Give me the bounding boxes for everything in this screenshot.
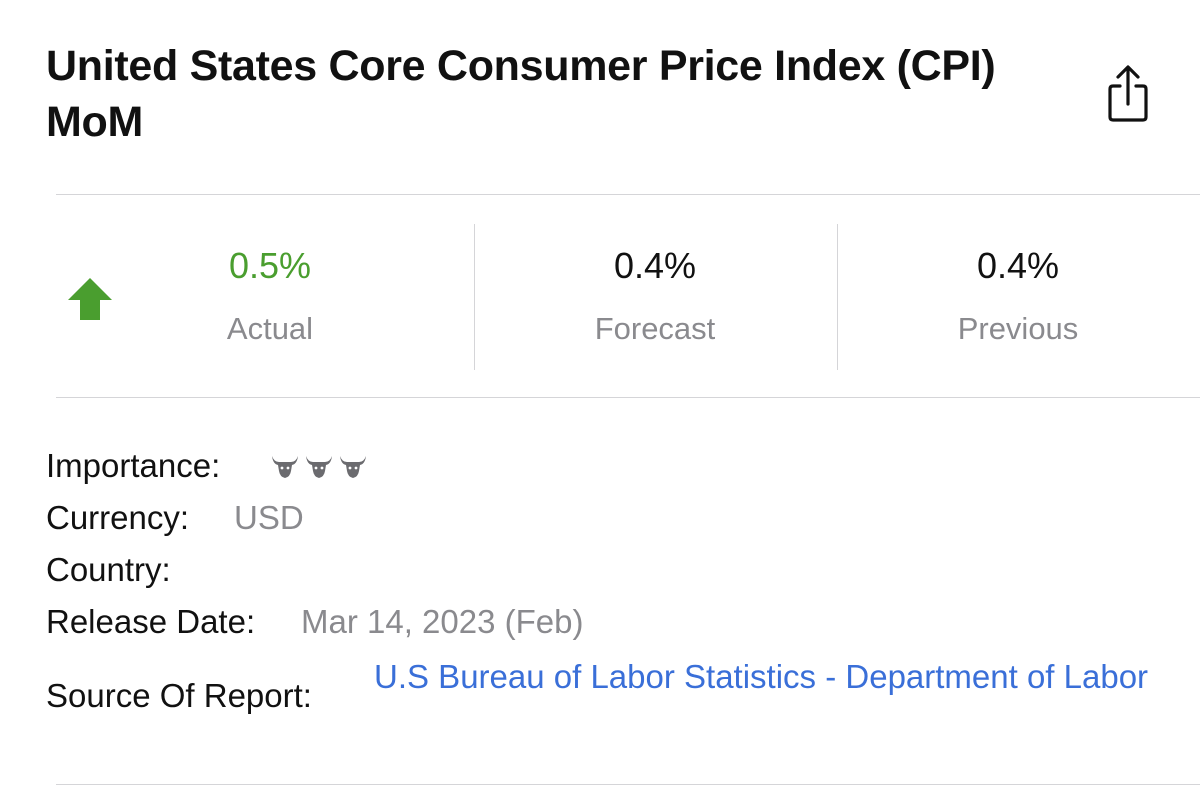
forecast-stat: 0.4% Forecast (535, 244, 775, 349)
currency-value: USD (234, 499, 304, 536)
previous-stat: 0.4% Previous (898, 244, 1138, 349)
share-icon (1108, 65, 1148, 122)
release-date-value: Mar 14, 2023 (Feb) (301, 603, 584, 640)
actual-stat: 0.5% Actual (150, 244, 390, 349)
importance-label: Importance: (46, 447, 221, 484)
page-title: United States Core Consumer Price Index … (46, 42, 996, 146)
divider-bottom (56, 784, 1200, 785)
country-label: Country: (46, 551, 171, 588)
forecast-label: Forecast (594, 311, 716, 346)
arrow-up-icon (66, 276, 114, 322)
importance-rating (270, 452, 368, 480)
actual-label: Actual (226, 311, 314, 346)
previous-value: 0.4% (976, 245, 1060, 286)
bull-icon (340, 456, 366, 478)
divider-top (56, 194, 1200, 195)
share-button[interactable] (1100, 64, 1156, 126)
bull-icon (272, 456, 298, 478)
previous-label: Previous (957, 311, 1079, 346)
source-link[interactable]: U.S Bureau of Labor Statistics - Departm… (374, 656, 1164, 698)
source-label: Source Of Report: (46, 677, 312, 714)
currency-label: Currency: (46, 499, 190, 536)
stat-separator (474, 224, 475, 370)
stat-separator (837, 224, 838, 370)
event-detail-page: United States Core Consumer Price Index … (0, 0, 1200, 797)
release-date-label: Release Date: (46, 603, 256, 640)
actual-value: 0.5% (228, 245, 312, 286)
forecast-value: 0.4% (613, 245, 697, 286)
divider-middle (56, 397, 1200, 398)
bull-icon (306, 456, 332, 478)
